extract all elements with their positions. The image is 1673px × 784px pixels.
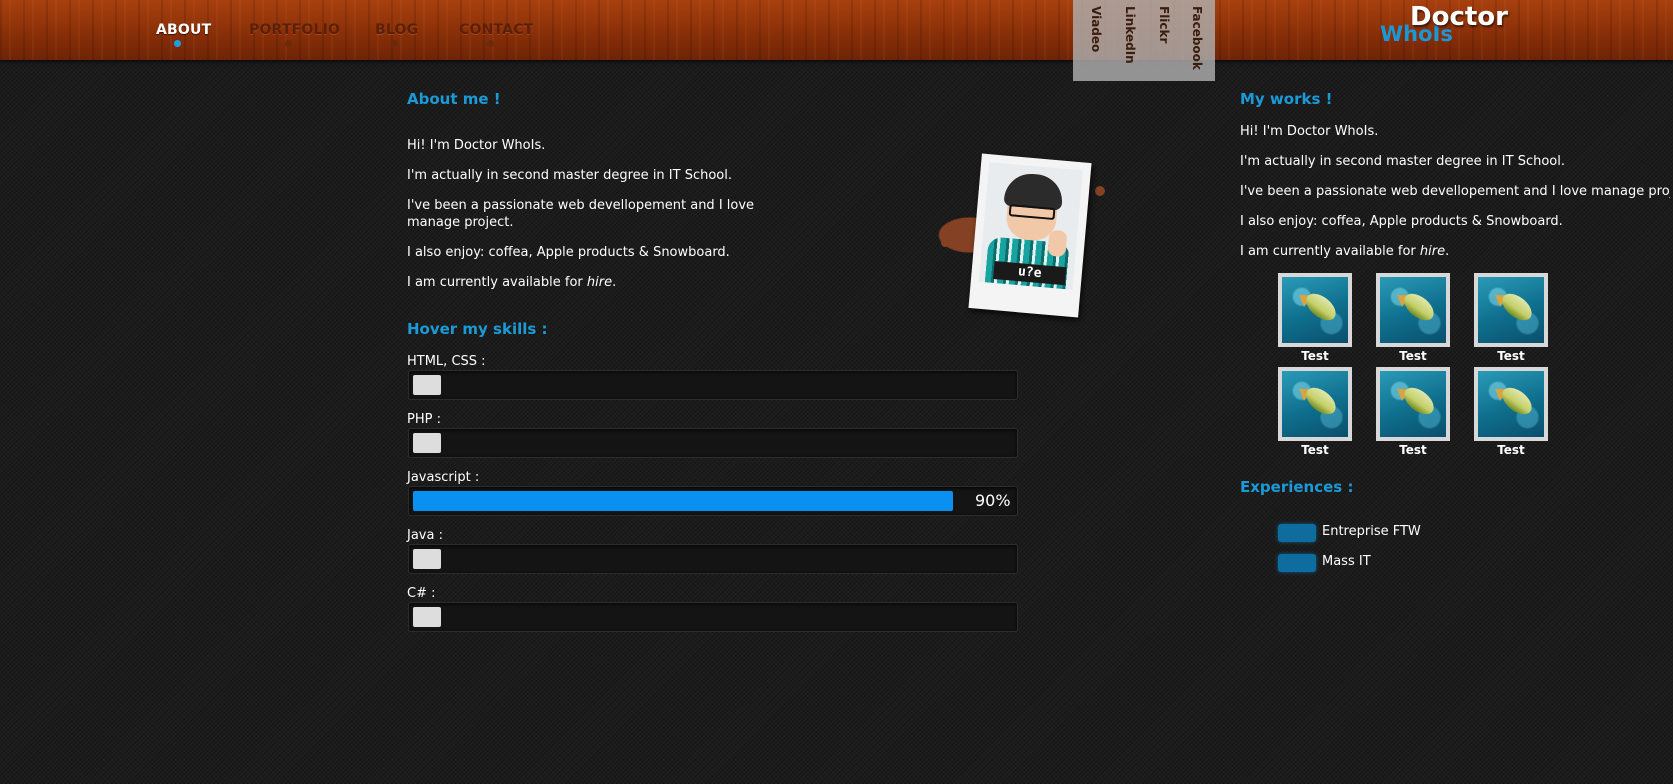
about-hire: I am currently available for hire. bbox=[407, 274, 807, 291]
about-passion: I've been a passionate web devellopement… bbox=[407, 198, 755, 230]
skill-label-php: PHP : bbox=[407, 412, 441, 427]
thumbnail-caption: Test bbox=[1497, 443, 1525, 457]
fish-image bbox=[1380, 371, 1446, 437]
skill-label-csharp: C# : bbox=[407, 586, 436, 601]
thumbs-up-icon bbox=[1047, 229, 1068, 258]
fish-image bbox=[1282, 277, 1348, 343]
thumbnail-frame bbox=[1474, 273, 1548, 347]
works-enjoy: I also enjoy: coffea, Apple products & S… bbox=[1240, 214, 1563, 229]
avatar: u?e bbox=[978, 162, 1083, 290]
skill-handle bbox=[413, 549, 441, 569]
fish-image bbox=[1282, 371, 1348, 437]
skill-bar-javascript[interactable]: 90% bbox=[408, 486, 1018, 516]
experience-label: Entreprise FTW bbox=[1322, 524, 1421, 539]
social-link-flickr[interactable]: Flickr bbox=[1157, 6, 1171, 43]
nav-blog-indicator bbox=[391, 40, 398, 47]
about-hire-word: hire bbox=[586, 275, 613, 290]
works-hire-word: hire bbox=[1419, 244, 1446, 259]
nav-blog[interactable]: BLOG bbox=[375, 22, 418, 38]
about-hire-suffix: . bbox=[612, 275, 617, 290]
site-header: ABOUT PORTFOLIO BLOG CONTACT WhoIs Docto… bbox=[0, 0, 1673, 60]
about-hire-prefix: I am currently available for bbox=[407, 275, 587, 290]
social-link-facebook[interactable]: Facebook bbox=[1190, 6, 1204, 70]
thumbnail-frame bbox=[1376, 273, 1450, 347]
skill-bar-php[interactable] bbox=[408, 428, 1018, 458]
skills-title: Hover my skills : bbox=[407, 320, 548, 338]
fish-image bbox=[1380, 277, 1446, 343]
skill-handle bbox=[413, 375, 441, 395]
thumbnail-frame bbox=[1278, 367, 1352, 441]
nav-portfolio-indicator bbox=[285, 40, 292, 47]
nav-contact-indicator bbox=[487, 40, 494, 47]
thumbnail-caption: Test bbox=[1301, 349, 1329, 363]
nav-about[interactable]: ABOUT bbox=[156, 22, 211, 38]
nav-portfolio[interactable]: PORTFOLIO bbox=[249, 22, 340, 38]
social-link-viadeo[interactable]: Viadeo bbox=[1089, 6, 1103, 52]
about-title: About me ! bbox=[407, 90, 501, 108]
social-link-linkedin[interactable]: LinkedIn bbox=[1123, 6, 1137, 64]
thumbnail-frame bbox=[1474, 367, 1548, 441]
profile-photo: u?e bbox=[920, 153, 1130, 328]
about-enjoy: I also enjoy: coffea, Apple products & S… bbox=[407, 245, 730, 260]
skill-bar-java[interactable] bbox=[408, 544, 1018, 574]
works-hire-prefix: I am currently available for bbox=[1240, 244, 1420, 259]
fish-image bbox=[1478, 371, 1544, 437]
works-title: My works ! bbox=[1240, 90, 1333, 108]
about-intro: Hi! I'm Doctor WhoIs. bbox=[407, 138, 546, 153]
experience-label: Mass IT bbox=[1322, 554, 1371, 569]
thumbnail-caption: Test bbox=[1497, 349, 1525, 363]
fish-image bbox=[1478, 277, 1544, 343]
experience-badge bbox=[1278, 554, 1316, 572]
works-hire: I am currently available for hire. bbox=[1240, 243, 1670, 260]
social-links-panel: Facebook Flickr LinkedIn Viadeo bbox=[1073, 0, 1215, 81]
skill-fill-javascript bbox=[413, 491, 953, 511]
skill-label-javascript: Javascript : bbox=[407, 470, 480, 485]
skill-handle bbox=[413, 607, 441, 627]
works-hire-suffix: . bbox=[1445, 244, 1450, 259]
works-passion: I've been a passionate web devellopement… bbox=[1240, 184, 1670, 199]
thumbnail-frame bbox=[1376, 367, 1450, 441]
thumbnail-frame bbox=[1278, 273, 1352, 347]
about-degree: I'm actually in second master degree in … bbox=[407, 168, 732, 183]
skill-label-java: Java : bbox=[407, 528, 443, 543]
skill-bar-csharp[interactable] bbox=[408, 602, 1018, 632]
site-logo[interactable]: WhoIs Doctor bbox=[1380, 2, 1530, 52]
nav-about-indicator bbox=[174, 40, 181, 47]
experiences-title: Experiences : bbox=[1240, 478, 1354, 496]
logo-doctor-text: Doctor bbox=[1410, 2, 1508, 32]
skill-percent-javascript: 90% bbox=[975, 491, 1011, 510]
skill-handle bbox=[413, 433, 441, 453]
thumbnail-caption: Test bbox=[1399, 349, 1427, 363]
works-intro: Hi! I'm Doctor WhoIs. bbox=[1240, 124, 1379, 139]
thumbnail-caption: Test bbox=[1301, 443, 1329, 457]
skill-label-html-css: HTML, CSS : bbox=[407, 354, 486, 369]
experience-badge bbox=[1278, 524, 1316, 542]
skill-bar-html-css[interactable] bbox=[408, 370, 1018, 400]
thumbnail-caption: Test bbox=[1399, 443, 1427, 457]
polaroid-frame: u?e bbox=[968, 153, 1092, 318]
works-degree: I'm actually in second master degree in … bbox=[1240, 154, 1565, 169]
nav-contact[interactable]: CONTACT bbox=[459, 22, 533, 38]
